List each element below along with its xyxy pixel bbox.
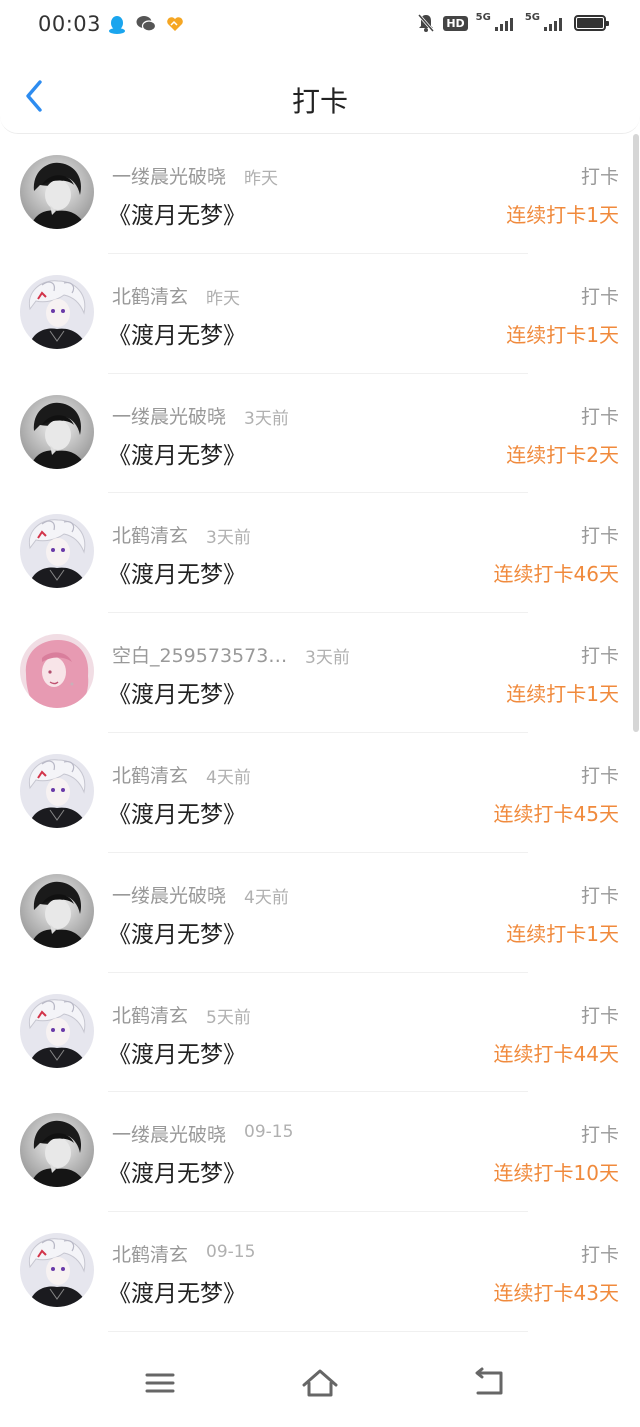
streak-count: 连续打卡1天 xyxy=(506,921,619,946)
avatar[interactable] xyxy=(20,1233,94,1308)
avatar[interactable] xyxy=(20,514,94,589)
streak-count: 连续打卡1天 xyxy=(506,322,619,347)
list-item[interactable]: 北鹤清玄 09-15 《渡月无梦》 打卡连续打卡43天 xyxy=(0,1212,640,1332)
avatar[interactable] xyxy=(20,634,94,709)
battery-icon xyxy=(574,15,609,31)
checkin-time: 09-15 xyxy=(206,1242,256,1263)
user-name[interactable]: 一缕晨光破晓 xyxy=(112,162,226,189)
header: 打卡 xyxy=(0,52,640,134)
home-button[interactable] xyxy=(298,1363,342,1403)
status-time: 00:03 xyxy=(38,12,102,36)
checkin-time: 昨天 xyxy=(206,288,240,309)
user-name[interactable]: 空白_259573573… xyxy=(112,641,287,668)
list-item[interactable]: 北鹤清玄 4天前《渡月无梦》 打卡连续打卡45天 xyxy=(0,733,640,853)
avatar[interactable] xyxy=(20,1113,94,1188)
book-title[interactable]: 《渡月无梦》 xyxy=(108,1274,246,1308)
book-title[interactable]: 《渡月无梦》 xyxy=(108,316,246,350)
checkin-time: 4天前 xyxy=(206,767,251,788)
action-label: 打卡 xyxy=(580,1004,619,1027)
book-title[interactable]: 《渡月无梦》 xyxy=(108,555,246,589)
streak-count: 连续打卡45天 xyxy=(493,801,619,826)
checkin-time: 4天前 xyxy=(244,887,289,908)
back-nav-button[interactable] xyxy=(466,1363,510,1403)
book-title[interactable]: 《渡月无梦》 xyxy=(108,196,246,230)
user-name[interactable]: 一缕晨光破晓 xyxy=(112,402,226,429)
user-name[interactable]: 北鹤清玄 xyxy=(112,1240,188,1267)
menu-icon xyxy=(145,1373,175,1393)
book-title[interactable]: 《渡月无梦》 xyxy=(108,1035,246,1069)
action-label: 打卡 xyxy=(580,405,619,428)
checkin-time: 09-15 xyxy=(244,1122,294,1143)
status-app-icons xyxy=(108,15,184,35)
action-label: 打卡 xyxy=(580,1244,619,1267)
list-item[interactable]: 一缕晨光破晓 4天前《渡月无梦》 打卡连续打卡1天 xyxy=(0,853,640,973)
action-label: 打卡 xyxy=(580,525,619,548)
streak-count: 连续打卡1天 xyxy=(506,682,619,707)
avatar[interactable] xyxy=(20,274,94,349)
action-label: 打卡 xyxy=(580,285,619,308)
qq-icon xyxy=(109,16,125,34)
book-title[interactable]: 《渡月无梦》 xyxy=(108,795,246,829)
signal-icon-2 xyxy=(544,18,562,31)
system-nav-bar xyxy=(0,1347,640,1427)
streak-count: 连续打卡44天 xyxy=(493,1041,619,1066)
action-label: 打卡 xyxy=(580,764,619,787)
list-item[interactable]: 一缕晨光破晓 09-15 《渡月无梦》 打卡连续打卡10天 xyxy=(0,1092,640,1213)
book-title[interactable]: 《渡月无梦》 xyxy=(108,675,246,709)
network-label-2: 5G xyxy=(524,11,540,23)
checkin-time: 3天前 xyxy=(305,648,350,669)
action-label: 打卡 xyxy=(580,1124,619,1147)
back-nav-icon xyxy=(475,1367,503,1395)
user-name[interactable]: 北鹤清玄 xyxy=(112,282,188,309)
checkin-time: 3天前 xyxy=(206,528,251,549)
avatar[interactable] xyxy=(20,993,94,1068)
action-label: 打卡 xyxy=(580,645,619,668)
streak-count: 连续打卡46天 xyxy=(493,562,619,587)
book-title[interactable]: 《渡月无梦》 xyxy=(108,436,246,470)
home-icon xyxy=(302,1369,338,1397)
avatar[interactable] xyxy=(20,873,94,948)
checkin-list: 一缕晨光破晓 昨天 《渡月无梦》 打卡 连续打卡1天 北鹤清玄 昨天 《渡月无梦》 打卡 连续打卡… xyxy=(0,134,640,1332)
status-right-icons: HD 5G 5G xyxy=(417,11,609,33)
status-bar: 00:03 HD 5G 5G xyxy=(0,0,640,52)
user-name[interactable]: 北鹤清玄 xyxy=(112,521,188,548)
menu-button[interactable] xyxy=(138,1363,182,1403)
avatar[interactable] xyxy=(20,753,94,828)
action-label: 打卡 xyxy=(580,166,619,188)
mute-bell-icon xyxy=(418,14,435,32)
streak-count: 连续打卡2天 xyxy=(506,442,619,467)
scrollbar[interactable] xyxy=(633,134,639,732)
checkin-time: 3天前 xyxy=(244,408,289,429)
list-item[interactable]: 北鹤清玄 3天前《渡月无梦》 打卡连续打卡46天 xyxy=(0,493,640,614)
book-title[interactable]: 《渡月无梦》 xyxy=(108,1154,246,1188)
page-title: 打卡 xyxy=(291,85,348,118)
avatar[interactable] xyxy=(20,155,94,229)
list-item[interactable]: 北鹤清玄 昨天《渡月无梦》 打卡连续打卡1天 xyxy=(0,254,640,374)
user-name[interactable]: 北鹤清玄 xyxy=(112,1001,188,1028)
action-label: 打卡 xyxy=(580,884,619,907)
user-name[interactable]: 一缕晨光破晓 xyxy=(112,881,226,908)
user-name[interactable]: 北鹤清玄 xyxy=(112,761,188,788)
streak-count: 连续打卡43天 xyxy=(493,1281,619,1306)
hd-badge: HD xyxy=(443,15,468,31)
list-item[interactable]: 一缕晨光破晓 3天前《渡月无梦》 打卡连续打卡2天 xyxy=(0,374,640,494)
avatar[interactable] xyxy=(20,394,94,469)
list-item[interactable]: 一缕晨光破晓 昨天《渡月无梦》 打卡连续打卡1天 xyxy=(0,134,640,254)
wechat-icon xyxy=(136,16,156,32)
checkin-time: 昨天 xyxy=(244,169,278,189)
list-item[interactable]: 北鹤清玄 5天前《渡月无梦》 打卡连续打卡44天 xyxy=(0,973,640,1093)
streak-count: 连续打卡10天 xyxy=(493,1161,619,1186)
network-label-1: 5G xyxy=(475,11,491,23)
heart-app-icon xyxy=(167,17,183,31)
list-item[interactable]: 空白_259573573… 3天前《渡月无梦》 打卡连续打卡1天 xyxy=(0,613,640,733)
streak-count: 连续打卡1天 xyxy=(506,203,619,227)
book-title[interactable]: 《渡月无梦》 xyxy=(108,915,246,949)
signal-icon-1 xyxy=(494,18,513,31)
divider xyxy=(108,1330,528,1332)
checkin-time: 5天前 xyxy=(206,1007,251,1028)
user-name[interactable]: 一缕晨光破晓 xyxy=(112,1120,226,1147)
